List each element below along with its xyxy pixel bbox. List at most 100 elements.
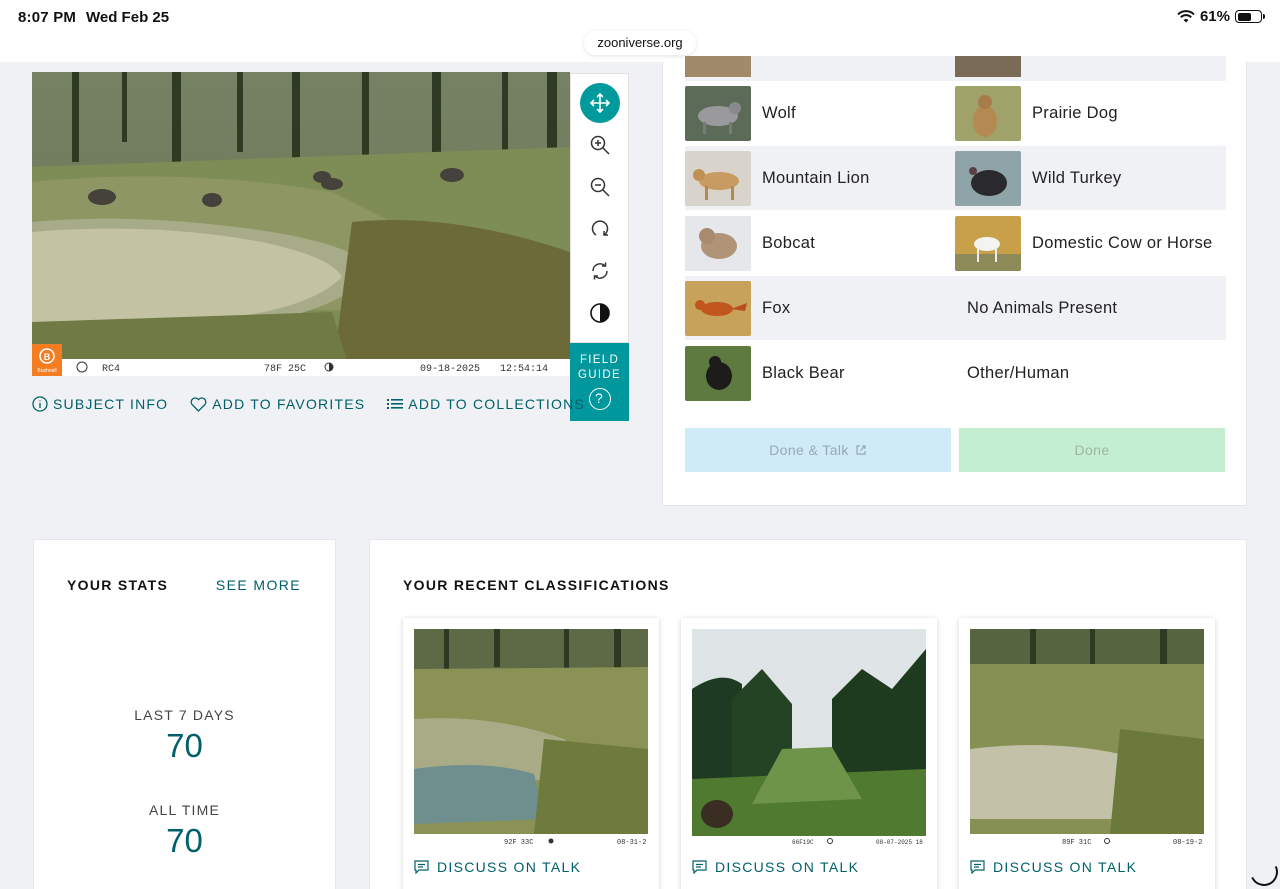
- choice-row: Fox No Animals Present: [685, 276, 1226, 340]
- subject-image[interactable]: B Bushnell RC4 78F 25C 09-18-2025 12:54:…: [32, 72, 570, 376]
- recent-classifications-panel: YOUR RECENT CLASSIFICATIONS 92F 33C 08-3…: [369, 539, 1247, 889]
- all-time-label: ALL TIME: [148, 802, 221, 818]
- comment-icon: [692, 860, 707, 874]
- recent-classification-card[interactable]: 89F 31C 08-19-2 DISCUSS ON TALK: [959, 618, 1215, 889]
- black-bear-thumbnail: [685, 346, 751, 401]
- url-bar[interactable]: zooniverse.org: [584, 31, 696, 55]
- discuss-on-talk-link[interactable]: DISCUSS ON TALK: [692, 859, 859, 875]
- choice-label: Wild Turkey: [1032, 169, 1122, 187]
- recent-classification-image[interactable]: 66F19C 08-07-2025 18: [692, 629, 926, 847]
- stats-title: YOUR STATS: [67, 577, 169, 593]
- add-to-favorites-label: ADD TO FAVORITES: [212, 396, 366, 412]
- choice-label: Bobcat: [762, 234, 816, 252]
- last-7-days-label: LAST 7 DAYS: [134, 707, 235, 723]
- done-and-talk-button[interactable]: Done & Talk: [685, 428, 951, 472]
- external-link-icon: [856, 445, 866, 455]
- discuss-on-talk-label: DISCUSS ON TALK: [715, 859, 860, 875]
- choice-cow-or-horse[interactable]: Domestic Cow or Horse: [955, 216, 1213, 271]
- subject-actions: SUBJECT INFO ADD TO FAVORITES ADD TO COL…: [32, 396, 585, 412]
- discuss-on-talk-label: DISCUSS ON TALK: [437, 859, 582, 875]
- heart-icon: [190, 396, 207, 412]
- add-to-collections-link[interactable]: ADD TO COLLECTIONS: [387, 396, 585, 412]
- card-overlay-date: 08-19-2: [1173, 839, 1202, 847]
- add-to-favorites-link[interactable]: ADD TO FAVORITES: [190, 396, 365, 412]
- wifi-icon: [1177, 9, 1195, 22]
- invert-icon[interactable]: [580, 293, 620, 333]
- cow-or-horse-thumbnail: [955, 216, 1021, 271]
- help-icon: ?: [588, 388, 611, 410]
- image-toolbar: [570, 73, 629, 343]
- choice-prairie-dog[interactable]: Prairie Dog: [955, 86, 1118, 141]
- card-overlay-temp: 92F 33C: [504, 839, 533, 847]
- choice-label: Prairie Dog: [1032, 104, 1118, 122]
- recent-classification-card[interactable]: 66F19C 08-07-2025 18 DISCUSS ON TALK: [681, 618, 937, 889]
- field-guide-label: FIELD GUIDE: [578, 354, 621, 381]
- mountain-lion-thumbnail: [685, 151, 751, 206]
- status-bar: 8:07 PM Wed Feb 25 61% zooniverse.org: [0, 0, 1280, 62]
- camera-date: 09-18-2025: [420, 364, 480, 375]
- zoom-out-icon[interactable]: [580, 167, 620, 207]
- status-indicators: 61%: [1177, 8, 1265, 25]
- done-button[interactable]: Done: [959, 428, 1225, 472]
- discuss-on-talk-label: DISCUSS ON TALK: [993, 859, 1138, 875]
- loading-spinner-icon: [1246, 854, 1280, 889]
- stats-panel: YOUR STATS SEE MORE LAST 7 DAYS 70 ALL T…: [33, 539, 336, 889]
- fox-thumbnail: [685, 281, 751, 336]
- subject-info-label: SUBJECT INFO: [53, 396, 169, 412]
- svg-text:Bushnell: Bushnell: [37, 368, 56, 374]
- battery-icon: [1235, 10, 1265, 23]
- choice-label: Fox: [762, 299, 791, 317]
- camera-id: RC4: [102, 364, 120, 375]
- battery-percent: 61%: [1199, 8, 1230, 25]
- status-date: Wed Feb 25: [86, 9, 170, 26]
- choice-wild-turkey[interactable]: Wild Turkey: [955, 151, 1121, 206]
- choice-black-bear[interactable]: Black Bear: [685, 346, 845, 401]
- camera-time: 12:54:14: [500, 364, 548, 375]
- subject-info-link[interactable]: SUBJECT INFO: [32, 396, 168, 412]
- comment-icon: [970, 860, 985, 874]
- reset-icon[interactable]: [580, 251, 620, 291]
- discuss-on-talk-link[interactable]: DISCUSS ON TALK: [414, 859, 581, 875]
- choice-bobcat[interactable]: Bobcat: [685, 216, 815, 271]
- choice-label: Wolf: [762, 104, 796, 122]
- choice-no-animals[interactable]: No Animals Present: [955, 281, 1117, 336]
- status-time: 8:07 PM: [18, 9, 77, 26]
- choice-label: Mountain Lion: [762, 169, 870, 187]
- card-overlay-temp: 89F 31C: [1062, 839, 1091, 847]
- discuss-on-talk-link[interactable]: DISCUSS ON TALK: [970, 859, 1137, 875]
- choice-row: Bobcat Domestic Cow or Horse: [685, 211, 1226, 275]
- see-more-link[interactable]: SEE MORE: [216, 577, 301, 593]
- last-7-days-value: 70: [166, 727, 203, 764]
- task-panel: Wolf Prairie Dog Mountain Lion Wild Turk…: [662, 56, 1247, 506]
- choice-mountain-lion[interactable]: Mountain Lion: [685, 151, 870, 206]
- recent-classification-image[interactable]: 92F 33C 08-31-2: [414, 629, 648, 847]
- choice-label: Other/Human: [967, 364, 1070, 382]
- recent-classification-image[interactable]: 89F 31C 08-19-2: [970, 629, 1204, 847]
- zoom-in-icon[interactable]: [580, 125, 620, 165]
- all-time-value: 70: [166, 822, 203, 859]
- choice-row-partial: [685, 56, 1226, 81]
- choice-row: Black Bear Other/Human: [685, 341, 1226, 405]
- add-to-collections-label: ADD TO COLLECTIONS: [408, 396, 585, 412]
- choice-thumb-partial: [685, 56, 751, 77]
- done-and-talk-label: Done & Talk: [769, 442, 849, 458]
- choice-other-human[interactable]: Other/Human: [955, 346, 1069, 401]
- bobcat-thumbnail: [685, 216, 751, 271]
- choice-row: Mountain Lion Wild Turkey: [685, 146, 1226, 210]
- choice-label: Black Bear: [762, 364, 845, 382]
- wolf-thumbnail: [685, 86, 751, 141]
- move-icon[interactable]: [580, 83, 620, 123]
- choice-wolf[interactable]: Wolf: [685, 86, 796, 141]
- recent-classifications-title: YOUR RECENT CLASSIFICATIONS: [403, 577, 670, 593]
- svg-text:B: B: [44, 352, 51, 362]
- choice-fox[interactable]: Fox: [685, 281, 790, 336]
- rotate-icon[interactable]: [580, 208, 620, 248]
- info-icon: [32, 396, 48, 412]
- wild-turkey-thumbnail: [955, 151, 1021, 206]
- card-overlay-date: 08-31-2: [617, 839, 646, 847]
- prairie-dog-thumbnail: [955, 86, 1021, 141]
- card-overlay-temp: 66F19C: [792, 839, 814, 846]
- camera-temperature: 78F 25C: [264, 364, 306, 375]
- recent-classification-card[interactable]: 92F 33C 08-31-2 DISCUSS ON TALK: [403, 618, 659, 889]
- choice-thumb-partial: [955, 56, 1021, 77]
